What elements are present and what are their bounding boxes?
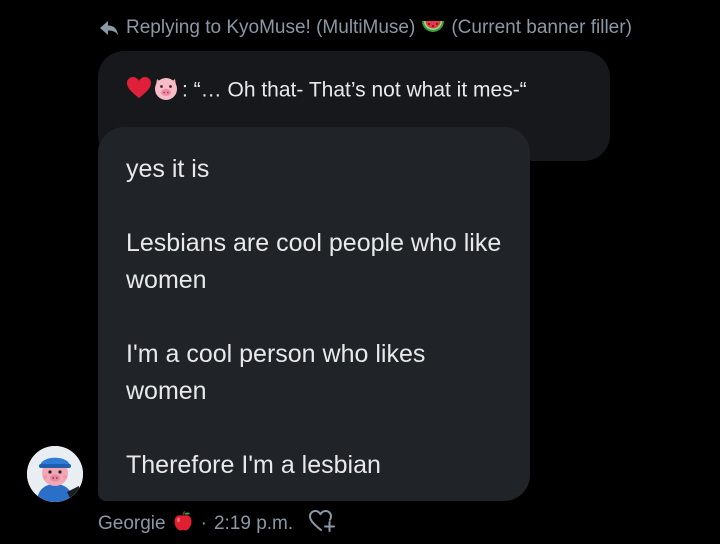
red-heart-icon — [126, 76, 152, 106]
message-bubble[interactable]: yes it is Lesbians are cool people who l… — [98, 127, 530, 501]
sender-name[interactable]: Georgie — [98, 513, 166, 535]
meta-separator: · — [200, 513, 207, 534]
avatar[interactable] — [27, 446, 83, 502]
pig-face-icon — [152, 75, 180, 107]
message-paragraph: Therefore I'm a lesbian — [126, 451, 381, 479]
reply-context[interactable]: Replying to KyoMuse! (MultiMuse) (Curren… — [98, 14, 632, 42]
reply-context-suffix: (Current banner filler) — [451, 17, 632, 38]
message-paragraph: Lesbians are cool people who like women — [126, 229, 502, 294]
message-meta: Georgie · 2:19 p.m. — [98, 510, 337, 538]
reply-arrow-icon — [98, 18, 120, 38]
reply-context-text: Replying to KyoMuse! (MultiMuse) — [126, 17, 416, 38]
add-reaction-button[interactable] — [307, 510, 337, 538]
message-paragraph: yes it is — [126, 155, 210, 183]
add-reaction-icon — [308, 509, 336, 539]
apple-icon — [172, 510, 194, 538]
quoted-message-text: : “… Oh that- That’s not what it mes-“ — [182, 78, 527, 102]
watermelon-icon — [421, 18, 445, 38]
message-paragraph: I'm a cool person who likes women — [126, 340, 426, 405]
message-time: 2:19 p.m. — [213, 513, 294, 534]
